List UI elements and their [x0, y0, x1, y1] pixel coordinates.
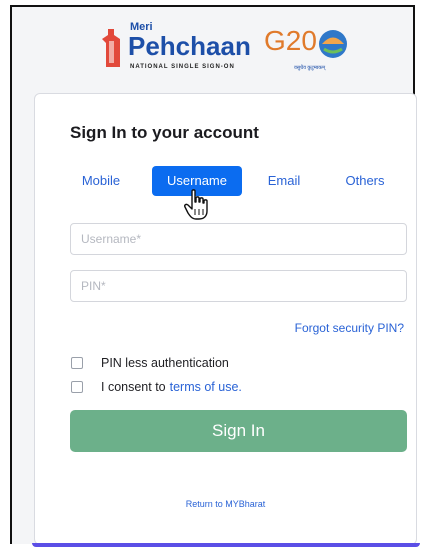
signin-tabs: Mobile Username Email Others [70, 164, 410, 200]
g20-tagline: वसुधैव कुटुम्बकम् [294, 65, 326, 71]
g20-logo: G20 वसुधैव कुटुम्बकम् [264, 21, 359, 73]
pinless-label: PIN less authentication [101, 356, 229, 370]
logo-title: Pehchaan [128, 31, 251, 61]
pin-input[interactable] [70, 270, 407, 302]
logo-tagline: NATIONAL SINGLE SIGN-ON [130, 64, 235, 70]
signin-button[interactable]: Sign In [70, 410, 407, 452]
terms-link[interactable]: terms of use. [170, 380, 242, 394]
consent-checkbox[interactable] [71, 381, 83, 393]
pinless-row: PIN less authentication [71, 354, 229, 372]
browser-frame: Meri Pehchaan NATIONAL SINGLE SIGN-ON G2… [10, 5, 420, 547]
g20-globe-icon [319, 30, 347, 58]
tab-others[interactable]: Others [335, 166, 395, 196]
consent-row: I consent to terms of use. [71, 378, 242, 396]
username-input[interactable] [70, 223, 407, 255]
page-title: Sign In to your account [70, 123, 259, 142]
meri-pehchaan-logo: Meri Pehchaan NATIONAL SINGLE SIGN-ON [100, 21, 255, 73]
tab-mobile[interactable]: Mobile [70, 166, 132, 196]
header: Meri Pehchaan NATIONAL SINGLE SIGN-ON G2… [12, 7, 413, 89]
hand-pointer-icon [184, 189, 208, 220]
pinless-checkbox[interactable] [71, 357, 83, 369]
tab-email[interactable]: Email [256, 166, 312, 196]
forgot-pin-link[interactable]: Forgot security PIN? [295, 321, 404, 335]
consent-label: I consent to [101, 380, 166, 394]
g20-text: G20 [264, 25, 317, 56]
signin-card: Sign In to your account Mobile Username … [34, 93, 417, 545]
logo-flag-icon [102, 29, 120, 67]
return-link[interactable]: Return to MYBharat [35, 499, 416, 509]
